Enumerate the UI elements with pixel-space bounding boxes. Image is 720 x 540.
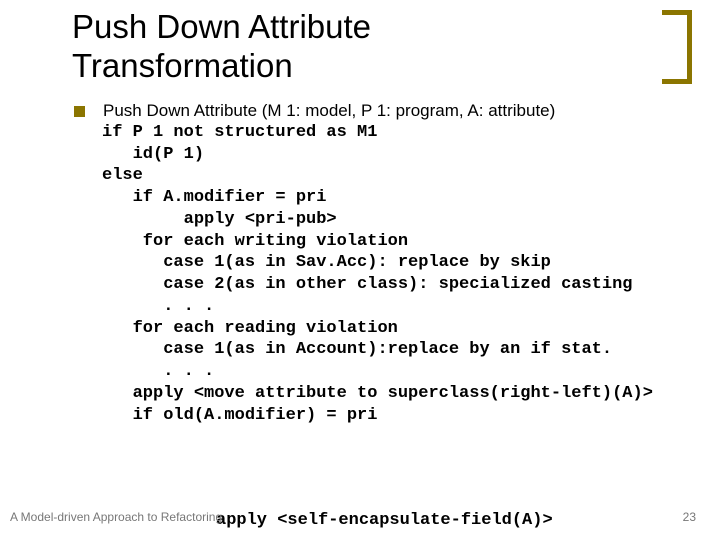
code-line: apply <pri-pub> xyxy=(102,210,337,229)
code-line: case 2(as in other class): specialized c… xyxy=(102,275,633,294)
bracket-icon xyxy=(662,10,692,84)
slide: Push Down Attribute Transformation Push … xyxy=(0,0,720,540)
code-line: for each reading violation xyxy=(102,319,398,338)
code-line: if old(A.modifier) = pri xyxy=(102,406,377,425)
title-line-2: Transformation xyxy=(72,47,293,84)
signature-line: Push Down Attribute (M 1: model, P 1: pr… xyxy=(103,100,555,122)
code-line: id(P 1) xyxy=(102,145,204,164)
code-block: if P 1 not structured as M1 id(P 1) else… xyxy=(102,122,684,427)
code-line: if A.modifier = pri xyxy=(102,188,326,207)
code-line: apply <move attribute to superclass(righ… xyxy=(102,384,653,403)
square-bullet-icon xyxy=(74,106,85,117)
code-line: . . . xyxy=(102,297,214,316)
code-line: for each writing violation xyxy=(102,232,408,251)
title-line-1: Push Down Attribute xyxy=(72,8,371,45)
code-line: case 1(as in Account):replace by an if s… xyxy=(102,340,612,359)
footer-text: A Model-driven Approach to Refactoring xyxy=(10,510,222,524)
code-line: if P 1 not structured as M1 xyxy=(102,123,377,142)
code-line: . . . xyxy=(102,362,214,381)
body: Push Down Attribute (M 1: model, P 1: pr… xyxy=(72,100,684,427)
page-number: 23 xyxy=(683,510,696,524)
code-line-last: apply <self-encapsulate-field(A)> xyxy=(216,511,553,530)
bullet-row: Push Down Attribute (M 1: model, P 1: pr… xyxy=(72,100,684,122)
code-line: case 1(as in Sav.Acc): replace by skip xyxy=(102,253,551,272)
slide-title: Push Down Attribute Transformation xyxy=(72,8,684,86)
title-block: Push Down Attribute Transformation xyxy=(72,8,684,92)
code-line: else xyxy=(102,166,143,185)
